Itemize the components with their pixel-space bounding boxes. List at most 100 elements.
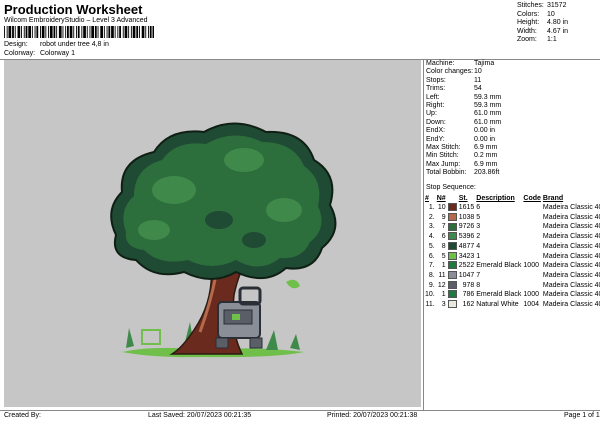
row-code: 1000 bbox=[523, 291, 539, 299]
row-brand: Madeira Classic 40 bbox=[542, 233, 600, 241]
row-swatch-cell bbox=[447, 222, 459, 232]
page-number: Page 1 of 1 bbox=[564, 412, 600, 419]
row-index: 9. bbox=[428, 281, 435, 289]
info-value: 203.86ft bbox=[474, 169, 500, 177]
col-swatch bbox=[448, 194, 459, 203]
row-swatch-cell bbox=[447, 300, 459, 310]
barcode-bar bbox=[81, 26, 83, 38]
stat-value: 31572 bbox=[547, 2, 567, 9]
info-value: 61.0 mm bbox=[474, 110, 502, 118]
row-brand: Madeira Classic 40 bbox=[542, 271, 600, 279]
stop-sequence-table: # N# St. Description Code Brand 1. 10 1615… bbox=[425, 194, 600, 310]
info-row: Max Stitch: 6.9 mm bbox=[426, 144, 598, 152]
info-row: Down: 61.0 mm bbox=[426, 119, 598, 127]
table-row: 1. 10 1615 6 Madeira Classic 40 bbox=[425, 203, 600, 213]
row-index: 3. bbox=[428, 223, 435, 231]
row-description: 4 bbox=[476, 242, 481, 250]
info-value: 0.00 in bbox=[474, 127, 496, 135]
row-needle: 11 bbox=[438, 271, 446, 279]
color-swatch bbox=[447, 232, 457, 241]
row-description: 5 bbox=[476, 213, 481, 221]
stat-row: Zoom: 1:1 bbox=[517, 36, 597, 45]
barcode-bar bbox=[41, 26, 45, 38]
row-needle: 9 bbox=[441, 213, 446, 221]
row-needle: 3 bbox=[441, 301, 446, 309]
colorway-label: Colorway: bbox=[4, 50, 36, 57]
stat-row: Colors: 10 bbox=[517, 11, 597, 20]
row-brand: Madeira Classic 40 bbox=[542, 223, 600, 231]
barcode-bar bbox=[25, 26, 28, 38]
row-code bbox=[523, 213, 543, 223]
barcode-bar bbox=[6, 26, 8, 38]
barcode-bar bbox=[148, 26, 149, 38]
row-needle: 8 bbox=[441, 242, 446, 250]
barcode-bar bbox=[77, 26, 80, 38]
barcode-bar bbox=[86, 26, 88, 38]
row-brand: Madeira Classic 40 bbox=[542, 301, 600, 309]
row-description: 6 bbox=[476, 204, 481, 211]
row-description: 7 bbox=[476, 271, 481, 279]
row-index: 2. bbox=[428, 213, 435, 221]
row-needle: 7 bbox=[441, 223, 446, 231]
row-code bbox=[523, 242, 543, 252]
table-row: 4. 6 5396 2 Madeira Classic 40 bbox=[425, 232, 600, 242]
color-swatch bbox=[447, 290, 457, 299]
barcode-bar bbox=[94, 26, 97, 38]
info-label: Max Jump: bbox=[426, 160, 461, 168]
col-needle: N# bbox=[436, 195, 446, 202]
barcode-bar bbox=[34, 26, 36, 38]
colorway-row: Colorway: Colorway 1 bbox=[4, 50, 75, 57]
row-index: 1. bbox=[428, 204, 435, 211]
stats-panel: Stitches: 31572 Colors: 10 Height: 4.80 in Wid… bbox=[517, 2, 597, 45]
barcode-bar bbox=[108, 26, 111, 38]
row-index: 4. bbox=[428, 233, 435, 241]
info-label: EndY: bbox=[426, 135, 445, 143]
info-value: 10 bbox=[474, 68, 482, 76]
col-code: Code bbox=[523, 195, 541, 202]
row-needle: 1 bbox=[441, 262, 446, 270]
info-value: 11 bbox=[474, 76, 482, 84]
barcode-bar bbox=[100, 26, 103, 38]
info-row: Up: 61.0 mm bbox=[426, 110, 598, 118]
stat-value: 10 bbox=[547, 10, 555, 18]
row-swatch-cell bbox=[447, 241, 459, 252]
info-value: 6.9 mm bbox=[474, 143, 498, 151]
color-swatch bbox=[447, 203, 457, 212]
table-row: 3. 7 9726 3 Madeira Classic 40 bbox=[425, 222, 600, 232]
stat-label: Colors: bbox=[517, 10, 540, 18]
panel-divider bbox=[423, 60, 424, 410]
barcode-bar bbox=[106, 26, 108, 38]
col-description: Description bbox=[476, 195, 515, 202]
barcode-bar bbox=[17, 26, 21, 38]
barcode-bar bbox=[152, 26, 154, 38]
row-description: Emerald Black bbox=[476, 291, 522, 299]
row-code bbox=[523, 281, 543, 291]
barcode-bar bbox=[12, 26, 14, 38]
barcode-bar bbox=[83, 26, 86, 38]
barcode-bar bbox=[136, 26, 139, 38]
info-label: Min Stitch: bbox=[426, 152, 459, 160]
stat-value: 4.80 in bbox=[547, 19, 569, 27]
machine-info-panel: Machine: Tajima Color changes:10 Stops: 11 Tr… bbox=[426, 60, 598, 177]
printed-date: Printed: 20/07/2023 00:21:38 bbox=[327, 412, 418, 419]
info-label: Right: bbox=[426, 101, 445, 109]
row-index: 7. bbox=[428, 262, 435, 270]
table-row: 6. 5 3423 1 Madeira Classic 40 bbox=[425, 251, 600, 262]
row-stitches: 1615 bbox=[458, 204, 475, 211]
info-row: EndY: 0.00 in bbox=[426, 136, 598, 144]
row-swatch-cell bbox=[447, 290, 459, 300]
row-brand: Madeira Classic 40 bbox=[542, 242, 600, 250]
falling-leaf bbox=[286, 279, 300, 289]
barcode-bar bbox=[119, 26, 121, 38]
color-swatch bbox=[447, 241, 457, 250]
row-stitches: 786 bbox=[462, 291, 475, 299]
info-value: 6.9 mm bbox=[474, 160, 498, 168]
row-stitches: 3423 bbox=[458, 252, 475, 260]
barcode-bar bbox=[21, 26, 22, 38]
row-stitches: 4877 bbox=[458, 242, 475, 250]
last-saved: Last Saved: 20/07/2023 00:21:35 bbox=[148, 412, 252, 419]
info-label: Color changes: bbox=[426, 68, 474, 76]
barcode-bar bbox=[122, 26, 124, 38]
design-value: robot under tree 4,8 in bbox=[39, 41, 109, 48]
info-label: Left: bbox=[426, 93, 440, 101]
